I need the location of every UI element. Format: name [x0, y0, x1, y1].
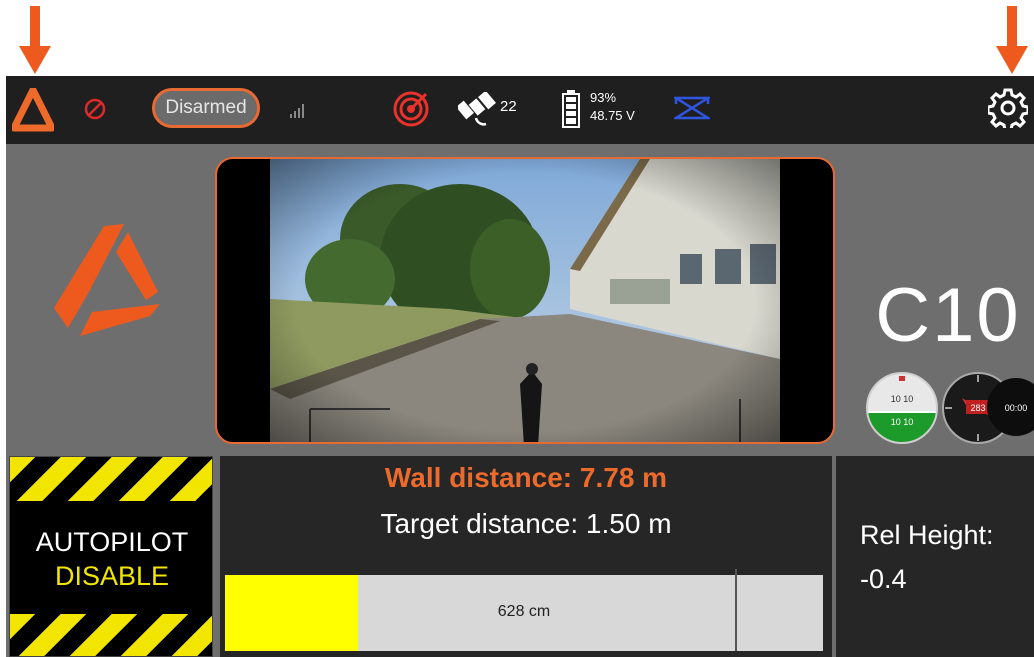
autopilot-label: AUTOPILOT	[35, 527, 189, 557]
distance-bar-label: 628 cm	[497, 603, 551, 620]
battery-icon[interactable]	[562, 90, 580, 128]
timer-value: 00:00	[1005, 403, 1028, 413]
compass-heading: 283	[970, 403, 985, 413]
autopilot-state: DISABLE	[54, 561, 170, 591]
satellite-icon[interactable]	[458, 92, 496, 128]
height-panel: Rel Height: -0.4	[836, 456, 1034, 657]
camera-scene	[270, 159, 780, 442]
no-entry-icon[interactable]	[84, 98, 106, 120]
arm-status-button[interactable]: Disarmed	[152, 88, 260, 128]
brand-logo-icon	[54, 224, 160, 336]
annotation-arrow-left	[19, 6, 51, 74]
battery-percent: 93%	[590, 90, 617, 105]
compass-target-icon[interactable]	[392, 90, 430, 128]
mode-icon[interactable]	[674, 96, 710, 120]
camera-feed[interactable]	[215, 157, 835, 444]
attitude-readout-bottom: 10 10	[891, 417, 914, 427]
target-distance: Target distance: 1.50 m	[380, 508, 672, 539]
satellite-count: 22	[500, 98, 517, 115]
attitude-indicator[interactable]: 10 10 10 10	[866, 372, 938, 444]
battery-voltage: 48.75 V	[590, 108, 635, 123]
signal-bars-icon	[290, 104, 304, 118]
wall-distance: Wall distance: 7.78 m	[384, 462, 668, 493]
rel-height-value: -0.4	[860, 564, 907, 594]
app-logo-icon[interactable]	[12, 88, 54, 132]
distance-bar: 628 cm	[225, 569, 823, 651]
attitude-readout-top: 10 10	[891, 394, 914, 404]
camera-image	[270, 159, 780, 442]
gear-icon[interactable]	[988, 88, 1028, 128]
top-toolbar: Disarmed 22 93% 48.75 V	[6, 76, 1034, 144]
flight-timer: 00:00	[987, 378, 1034, 436]
distance-panel: Wall distance: 7.78 m Target distance: 1…	[220, 456, 832, 657]
rel-height-label: Rel Height:	[860, 520, 994, 550]
main-view: C10 10 10 10 10 283 00:00 AUTOPILOT DISA…	[6, 144, 1034, 657]
autopilot-toggle[interactable]: AUTOPILOT DISABLE	[9, 456, 213, 657]
vehicle-name: C10	[875, 273, 1021, 358]
hazard-stripe-bottom	[10, 614, 212, 656]
annotation-arrow-right	[996, 6, 1028, 74]
hazard-stripe-top	[10, 457, 212, 501]
